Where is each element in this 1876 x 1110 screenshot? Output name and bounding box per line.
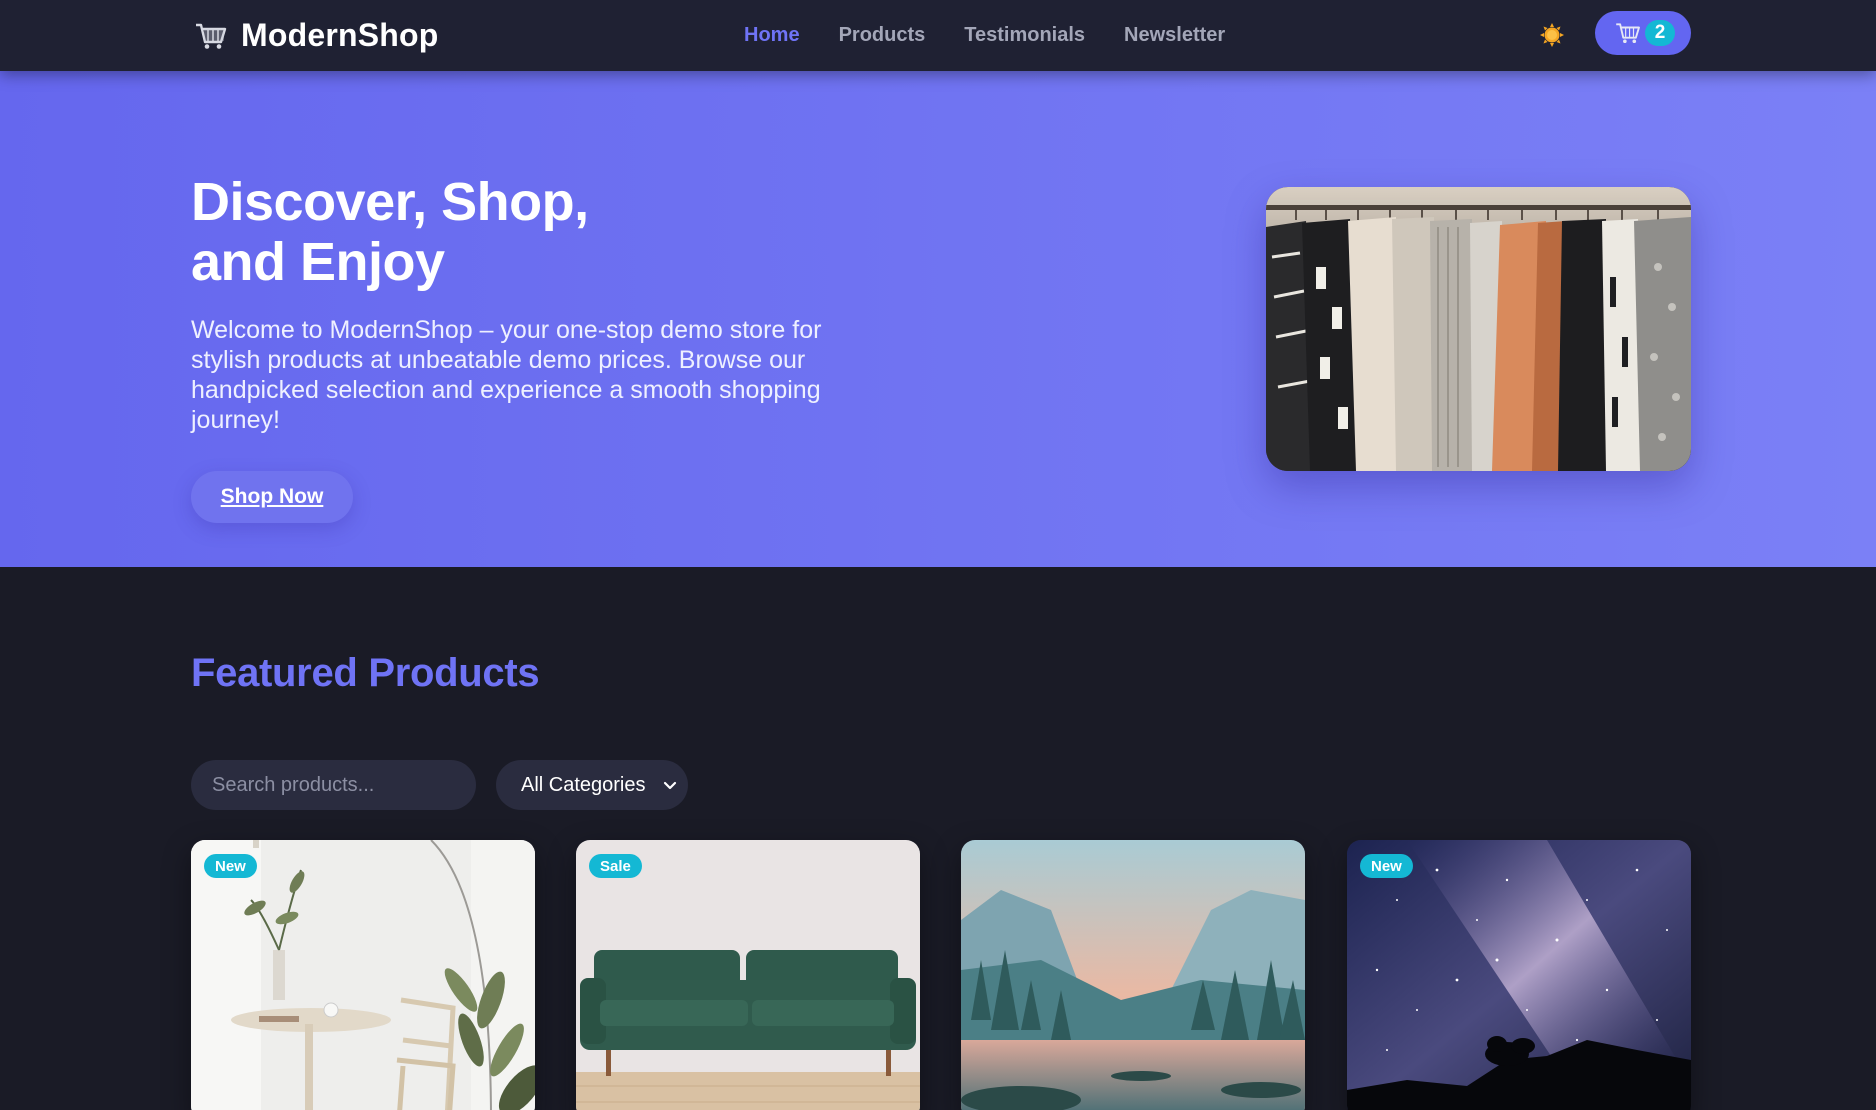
mountain-lake-image bbox=[961, 840, 1305, 1110]
product-card[interactable]: New bbox=[191, 840, 535, 1110]
product-grid: New Sale New bbox=[191, 840, 1691, 1110]
category-select-value: All Categories bbox=[521, 773, 646, 796]
cart-button[interactable]: 2 bbox=[1595, 11, 1691, 55]
category-select[interactable]: All Categories bbox=[496, 760, 688, 810]
theme-toggle-button[interactable] bbox=[1538, 21, 1566, 49]
product-card[interactable]: Sale bbox=[576, 840, 920, 1110]
featured-products-title: Featured Products bbox=[191, 651, 540, 695]
hero-title-line2: and Enjoy bbox=[191, 232, 445, 292]
main-nav: Home Products Testimonials Newsletter bbox=[744, 0, 1225, 71]
hero-section: Discover, Shop, and Enjoy Welcome to Mod… bbox=[0, 71, 1876, 567]
navbar: ModernShop Home Products Testimonials Ne… bbox=[0, 0, 1876, 71]
product-badge: New bbox=[1360, 854, 1413, 878]
nav-link-newsletter[interactable]: Newsletter bbox=[1124, 24, 1225, 47]
product-badge: New bbox=[204, 854, 257, 878]
green-sofa-image bbox=[576, 840, 920, 1110]
cart-count-badge: 2 bbox=[1645, 20, 1675, 46]
nav-link-testimonials[interactable]: Testimonials bbox=[964, 24, 1085, 47]
product-badge: Sale bbox=[589, 854, 642, 878]
shopping-cart-icon bbox=[1616, 23, 1640, 44]
clothing-rack-image bbox=[1266, 187, 1691, 471]
shopping-cart-icon bbox=[196, 23, 227, 49]
brand-logo[interactable]: ModernShop bbox=[195, 0, 439, 71]
nav-link-home[interactable]: Home bbox=[744, 24, 800, 47]
brand-name: ModernShop bbox=[241, 17, 439, 53]
hero-image bbox=[1266, 187, 1691, 471]
milky-way-image bbox=[1347, 840, 1691, 1110]
hero-title-line1: Discover, Shop, bbox=[191, 172, 589, 232]
sun-icon bbox=[1540, 23, 1564, 47]
nav-link-products[interactable]: Products bbox=[839, 24, 926, 47]
product-card[interactable]: New bbox=[1347, 840, 1691, 1110]
hero-description: Welcome to ModernShop – your one-stop de… bbox=[191, 316, 822, 434]
shop-now-button[interactable]: Shop Now bbox=[191, 471, 353, 523]
product-card[interactable] bbox=[961, 840, 1305, 1110]
chevron-down-icon bbox=[663, 781, 677, 790]
product-search-input[interactable] bbox=[191, 760, 476, 810]
dining-room-image bbox=[191, 840, 535, 1110]
hero-title: Discover, Shop, and Enjoy bbox=[191, 172, 589, 292]
